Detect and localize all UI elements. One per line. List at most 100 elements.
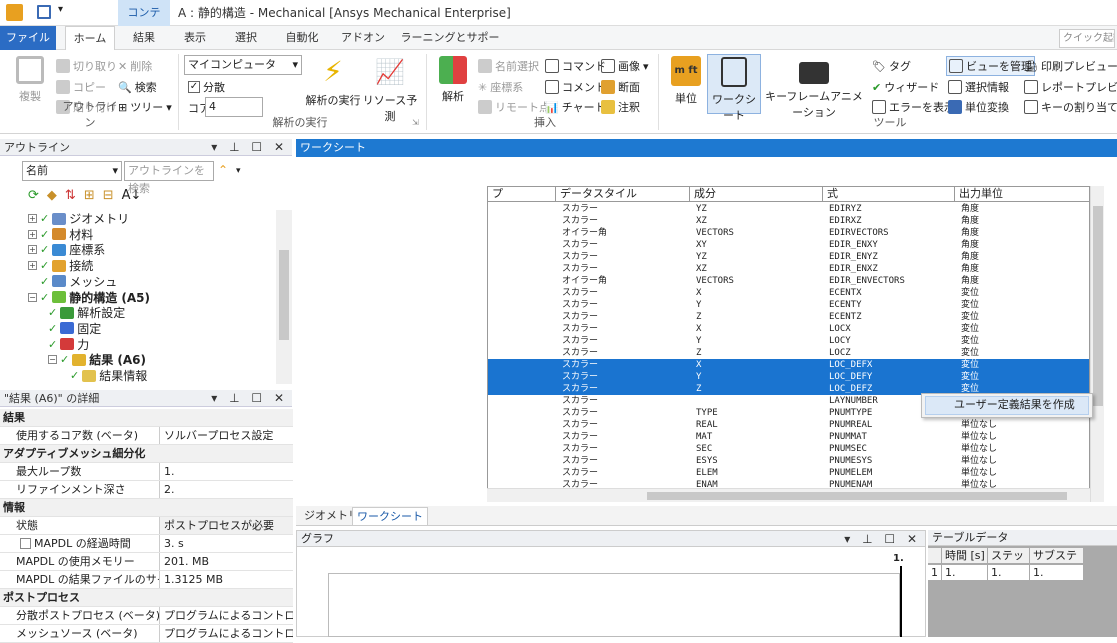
details-row[interactable]: メッシュソース (ベータ) プログラムによるコントロール <box>0 625 293 643</box>
outline-scrollbar[interactable] <box>276 210 292 384</box>
details-section-header[interactable]: 情報 <box>0 499 293 516</box>
worksheet-row[interactable]: スカラー Y ECENTY 変位 <box>488 299 1089 311</box>
coord-system-button[interactable]: ✳ 座標系 <box>478 79 523 95</box>
refresh-icon[interactable]: ⟳ <box>28 188 39 203</box>
tab-results[interactable]: 結果 <box>124 26 164 50</box>
remote-point-button[interactable]: リモート点 <box>478 99 550 115</box>
tab-selection[interactable]: 選択 <box>226 26 266 50</box>
expand-toggle-icon[interactable]: − <box>48 355 57 365</box>
worksheet-row[interactable]: スカラー X LOCX 変位 <box>488 323 1089 335</box>
details-section-header[interactable]: 結果 <box>0 409 293 426</box>
unit-conversion-button[interactable]: 単位変換 <box>948 99 1009 115</box>
checkbox-icon[interactable] <box>20 538 31 549</box>
keyframe-animation-button[interactable]: キーフレームアニメーション <box>762 56 866 120</box>
worksheet-row[interactable]: スカラー Y LOCY 変位 <box>488 335 1089 347</box>
tree-node[interactable]: − ✓ 静的構造 (A5) <box>28 289 150 306</box>
tree-node[interactable]: ✓ 力 <box>48 336 89 353</box>
tab-addons[interactable]: アドオン <box>338 26 388 50</box>
find-button[interactable]: 🔍 検索 <box>118 79 157 95</box>
quick-launch-input[interactable]: クイック起動 <box>1059 29 1115 48</box>
worksheet-row[interactable]: スカラー YZ EDIR_ENYZ 角度 <box>488 251 1089 263</box>
chevron-up-icon[interactable]: ⌃ <box>218 163 228 177</box>
selection-info-button[interactable]: 選択情報 <box>948 79 1009 95</box>
details-row[interactable]: リファインメント深さ 2. <box>0 481 293 499</box>
tab-worksheet[interactable]: ワークシート <box>352 507 428 525</box>
worksheet-column-header[interactable]: 式 <box>823 187 955 202</box>
panel-controls-icon[interactable]: ▾ ⊥ ☐ ✕ <box>844 531 921 547</box>
worksheet-row[interactable]: スカラー X ECENTX 変位 <box>488 287 1089 299</box>
context-menu-item-create-user-result[interactable]: ユーザー定義結果を作成 <box>921 393 1093 418</box>
worksheet-row[interactable]: スカラー Z ECENTZ 変位 <box>488 311 1089 323</box>
worksheet-row[interactable]: スカラー X LOC_DEFX 変位 <box>488 359 1089 371</box>
collapse-icon[interactable]: ⊟ <box>103 188 114 203</box>
named-selection-button[interactable]: 名前選択 <box>478 58 539 74</box>
details-row[interactable]: MAPDL の使用メモリー 201. MB <box>0 553 293 571</box>
details-row[interactable]: 分散ポストプロセス (ベータ) プログラムによるコントロール <box>0 607 293 625</box>
analysis-button[interactable]: 解析 <box>436 56 470 104</box>
worksheet-row[interactable]: オイラー角 VECTORS EDIR_ENVECTORS 角度 <box>488 275 1089 287</box>
tab-automation[interactable]: 自動化 <box>277 26 327 50</box>
worksheet-row[interactable]: スカラー XY EDIR_ENXY 角度 <box>488 239 1089 251</box>
cut-button[interactable]: 切り取り <box>56 58 117 74</box>
delete-button[interactable]: ✕ 削除 <box>118 58 152 74</box>
details-row[interactable]: MAPDL の結果ファイルのサイズ 1.3125 MB <box>0 571 293 589</box>
sort-icon[interactable]: ⇅ <box>65 188 76 203</box>
tree-node[interactable]: + ✓ 座標系 <box>28 241 105 258</box>
tree-node[interactable]: +✓メッシュ <box>28 273 117 290</box>
dropdown-icon[interactable]: ▾ <box>236 166 241 176</box>
worksheet-vscrollbar[interactable] <box>1090 186 1104 502</box>
tree-node[interactable]: + ✓ 材料 <box>28 226 93 243</box>
report-preview-button[interactable]: レポートプレビュー <box>1024 79 1117 95</box>
group-launcher-icon[interactable]: ⇲ <box>412 118 419 127</box>
save-icon[interactable] <box>37 5 51 19</box>
expand-icon[interactable]: ⊞ <box>84 188 95 203</box>
comment-button[interactable]: コメント <box>545 79 606 95</box>
details-row[interactable]: 使用するコア数 (ベータ) ソルバープロセス設定 <box>0 427 293 445</box>
chart-button[interactable]: 📊 チャート <box>545 99 606 115</box>
worksheet-column-header[interactable]: プ <box>488 187 556 202</box>
solve-button[interactable]: ⚡ 解析の実行 <box>304 56 362 108</box>
worksheet-row[interactable]: スカラー Y LOC_DEFY 変位 <box>488 371 1089 383</box>
expand-toggle-icon[interactable]: + <box>28 245 37 255</box>
worksheet-column-header[interactable]: データスタイル <box>556 187 690 202</box>
tree-node[interactable]: ✓ 固定 <box>48 320 101 337</box>
details-section-header[interactable]: アダプティブメッシュ細分化 <box>0 445 293 462</box>
section-button[interactable]: 断面 <box>601 79 640 95</box>
worksheet-row[interactable]: スカラー XZ EDIRXZ 角度 <box>488 215 1089 227</box>
details-row[interactable]: 最大ループ数 1. <box>0 463 293 481</box>
worksheet-column-header[interactable]: 出力単位 <box>955 187 1089 202</box>
solve-target-select[interactable]: マイコンピュータ ▾ <box>184 55 302 75</box>
outline-name-filter[interactable]: 名前 ▾ <box>22 161 122 181</box>
tag-button[interactable]: 🏷 タグ <box>872 58 911 74</box>
annotation-button[interactable]: 注釈 <box>601 99 640 115</box>
duplicate-button[interactable]: 複製 <box>10 56 50 104</box>
expand-toggle-icon[interactable]: + <box>28 229 37 239</box>
distributed-checkbox[interactable]: ✓ 分散 <box>188 79 225 95</box>
worksheet-hscrollbar[interactable] <box>487 488 1090 502</box>
context-tab[interactable]: コンテキ... <box>118 0 170 45</box>
manage-views-button[interactable]: ビューを管理 <box>946 56 1035 76</box>
panel-controls-icon[interactable]: ▾ ⊥ ☐ ✕ <box>211 390 288 407</box>
worksheet-row[interactable]: スカラー MAT PNUMMAT 単位なし <box>488 431 1089 443</box>
graph-time-marker[interactable] <box>900 566 902 637</box>
worksheet-row[interactable]: スカラー Z LOCZ 変位 <box>488 347 1089 359</box>
wizard-button[interactable]: ✔ ウィザード <box>872 79 939 95</box>
cores-input[interactable]: 4 <box>205 97 263 117</box>
details-row[interactable]: 状態 ポストプロセスが必要 <box>0 517 293 535</box>
tree-node[interactable]: ✓ 解析設定 <box>48 304 125 321</box>
panel-controls-icon[interactable]: ▾ ⊥ ☐ ✕ <box>211 139 288 156</box>
worksheet-row[interactable]: スカラー ESYS PNUMESYS 単位なし <box>488 455 1089 467</box>
worksheet-button[interactable]: ワークシート <box>707 54 761 122</box>
outline-search-input[interactable]: アウトラインを検索 <box>124 161 214 195</box>
tree-button[interactable]: ⊞ ツリー ▾ <box>118 99 172 115</box>
show-errors-button[interactable]: エラーを表示 <box>872 99 955 115</box>
worksheet-row[interactable]: スカラー REAL PNUMREAL 単位なし <box>488 419 1089 431</box>
expand-toggle-icon[interactable]: − <box>28 292 37 302</box>
eraser-icon[interactable]: ◆ <box>47 188 57 203</box>
expand-toggle-icon[interactable]: + <box>28 214 37 223</box>
tree-node[interactable]: ✓ 結果情報 <box>70 367 147 384</box>
worksheet-row[interactable]: スカラー YZ EDIRYZ 角度 <box>488 203 1089 215</box>
worksheet-row[interactable]: スカラー ELEM PNUMELEM 単位なし <box>488 467 1089 479</box>
expand-toggle-icon[interactable]: + <box>28 261 37 271</box>
tab-file[interactable]: ファイル <box>0 26 56 50</box>
